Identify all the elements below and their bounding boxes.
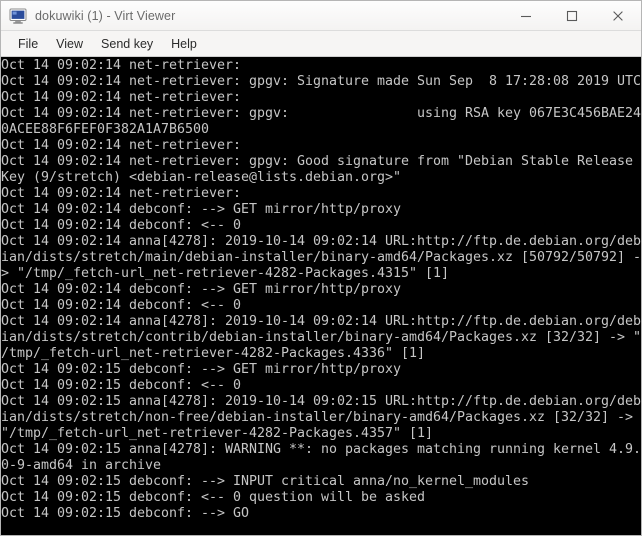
maximize-icon — [566, 10, 578, 21]
console-line: Oct 14 09:02:14 net-retriever: gpgv: Sig… — [1, 74, 641, 89]
console-line: Oct 14 09:02:14 net-retriever: — [1, 138, 242, 153]
minimize-icon — [521, 15, 531, 17]
console-line: Oct 14 09:02:14 net-retriever: gpgv: usi… — [1, 106, 641, 121]
console-line: Key (9/stretch) <debian-release@lists.de… — [1, 170, 402, 185]
console-line: Oct 14 09:02:14 debconf: --> GET mirror/… — [1, 202, 402, 217]
guest-console-display[interactable]: Oct 14 09:02:14 net-retriever: Oct 14 09:… — [1, 57, 641, 535]
console-line: Oct 14 09:02:14 anna[4278]: 2019-10-14 0… — [1, 314, 641, 329]
console-log-output: Oct 14 09:02:14 net-retriever: Oct 14 09:… — [1, 57, 641, 522]
maximize-button[interactable] — [549, 1, 595, 30]
window-title: dokuwiki (1) - Virt Viewer — [35, 8, 176, 23]
console-line: Oct 14 09:02:14 net-retriever: gpgv: Goo… — [1, 154, 633, 169]
console-line: Oct 14 09:02:14 net-retriever: — [1, 90, 242, 105]
menubar: File View Send key Help — [1, 31, 641, 57]
menu-item-send-key[interactable]: Send key — [92, 35, 162, 53]
console-line: Oct 14 09:02:14 debconf: <-- 0 — [1, 218, 242, 233]
console-line: ian/dists/stretch/non-free/debian-instal… — [1, 410, 633, 425]
console-line: Oct 14 09:02:14 debconf: <-- 0 — [1, 298, 242, 313]
menu-item-help[interactable]: Help — [162, 35, 206, 53]
close-button[interactable] — [595, 1, 641, 30]
console-line: ian/dists/stretch/main/debian-installer/… — [1, 250, 641, 265]
close-icon — [613, 10, 623, 21]
window-controls — [503, 1, 641, 30]
console-line: Oct 14 09:02:15 debconf: --> INPUT criti… — [1, 474, 529, 489]
minimize-button[interactable] — [503, 1, 549, 30]
console-line: Oct 14 09:02:15 debconf: --> GET mirror/… — [1, 362, 402, 377]
console-line: Oct 14 09:02:14 debconf: --> GET mirror/… — [1, 282, 402, 297]
console-line: > "/tmp/_fetch-url_net-retriever-4282-Pa… — [1, 266, 449, 281]
console-line: Oct 14 09:02:14 anna[4278]: 2019-10-14 0… — [1, 234, 641, 249]
console-line: Oct 14 09:02:14 net-retriever: — [1, 186, 242, 201]
console-line: Oct 14 09:02:15 debconf: <-- 0 question … — [1, 490, 426, 505]
console-line: 0-9-amd64 in archive — [1, 458, 162, 473]
console-line: "/tmp/_fetch-url_net-retriever-4282-Pack… — [1, 426, 433, 441]
menu-item-view[interactable]: View — [47, 35, 92, 53]
display-monitor-icon — [9, 8, 27, 24]
titlebar: dokuwiki (1) - Virt Viewer — [1, 1, 641, 31]
console-line: /tmp/_fetch-url_net-retriever-4282-Packa… — [1, 346, 426, 361]
console-line: 0ACEE88F6FEF0F382A1A7B6500 — [1, 122, 210, 137]
console-line: Oct 14 09:02:15 debconf: <-- 0 — [1, 378, 242, 393]
menu-item-file[interactable]: File — [9, 35, 47, 53]
console-line: Oct 14 09:02:14 net-retriever: — [1, 58, 242, 73]
console-line: Oct 14 09:02:15 anna[4278]: WARNING **: … — [1, 442, 641, 457]
console-line: Oct 14 09:02:15 anna[4278]: 2019-10-14 0… — [1, 394, 641, 409]
virt-viewer-window: dokuwiki (1) - Virt Viewer File View Sen… — [0, 0, 642, 536]
console-line: ian/dists/stretch/contrib/debian-install… — [1, 330, 641, 345]
console-line: Oct 14 09:02:15 debconf: --> GO — [1, 506, 250, 521]
